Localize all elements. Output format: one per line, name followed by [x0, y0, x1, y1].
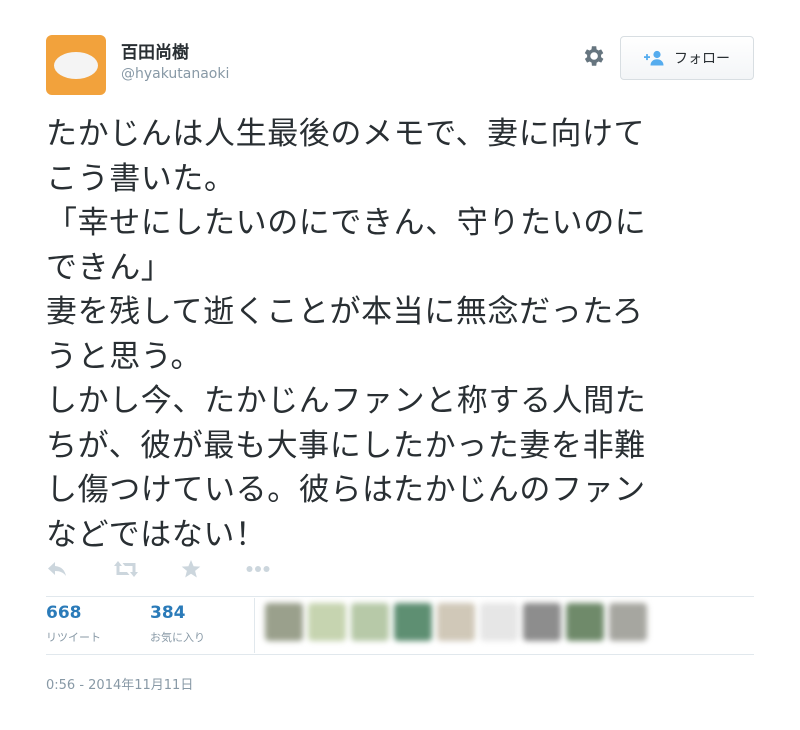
favoriter-avatar[interactable] [437, 603, 475, 641]
reply-icon[interactable] [46, 558, 68, 580]
retweet-label: リツイート [46, 631, 101, 644]
favoriter-avatar[interactable] [609, 603, 647, 641]
favoriter-avatar[interactable] [265, 603, 303, 641]
follow-button[interactable]: フォロー [620, 36, 754, 80]
user-screen-name[interactable]: @hyakutanaoki [121, 66, 229, 82]
favoriter-avatar[interactable] [566, 603, 604, 641]
retweet-stat[interactable]: 668 リツイート [46, 603, 101, 645]
favoriter-avatar[interactable] [308, 603, 346, 641]
gear-icon[interactable] [580, 43, 606, 69]
star-icon[interactable] [180, 558, 202, 580]
follow-person-plus-icon [644, 50, 666, 66]
favorite-stat[interactable]: 384 お気に入り [150, 603, 205, 645]
favoriter-avatars [265, 603, 647, 641]
tweet-text: たかじんは人生最後のメモで、妻に向けて こう書いた。 「幸せにしたいのにできん、… [46, 116, 647, 553]
retweet-icon[interactable] [112, 558, 140, 580]
divider [46, 654, 754, 655]
user-display-name[interactable]: 百田尚樹 [121, 38, 189, 63]
tweet-timestamp[interactable]: 0:56 - 2014年11月11日 [46, 674, 193, 693]
avatar[interactable] [46, 35, 106, 95]
favoriter-avatar[interactable] [394, 603, 432, 641]
favoriter-avatar[interactable] [523, 603, 561, 641]
favorite-label: お気に入り [150, 631, 205, 644]
default-egg-icon [54, 52, 98, 79]
retweet-count: 668 [46, 603, 82, 623]
favoriter-avatar[interactable] [351, 603, 389, 641]
more-dots-icon[interactable] [246, 558, 270, 580]
follow-button-label: フォロー [674, 51, 730, 67]
favoriter-avatar[interactable] [480, 603, 518, 641]
favorite-count: 384 [150, 603, 186, 623]
divider [46, 596, 754, 597]
divider [254, 598, 255, 653]
